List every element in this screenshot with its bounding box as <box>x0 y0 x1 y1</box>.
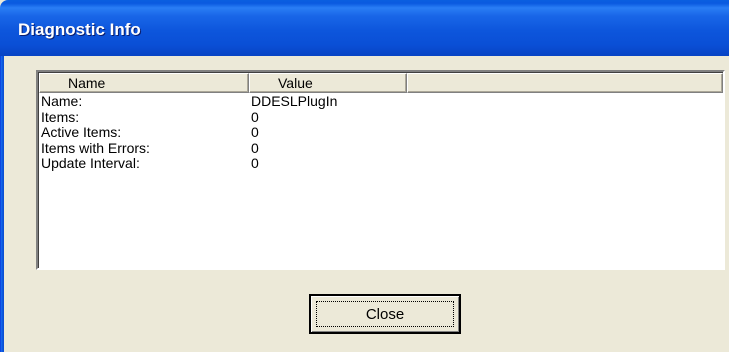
list-item[interactable]: Name: DDESLPlugIn <box>41 93 723 110</box>
item-value: 0 <box>251 139 259 156</box>
item-name: Update Interval: <box>41 155 140 171</box>
item-value: 0 <box>251 108 259 125</box>
item-name: Active Items: <box>41 124 122 140</box>
item-value: 0 <box>251 124 259 140</box>
list-item[interactable]: Items with Errors: 0 <box>41 139 723 157</box>
close-button[interactable]: Close <box>309 294 461 334</box>
diagnostic-info-dialog: Diagnostic Info Name Value Name: DDESLPl… <box>0 0 729 352</box>
close-button-label: Close <box>365 305 405 323</box>
item-value: DDESLPlugIn <box>251 93 338 109</box>
title-bar[interactable]: Diagnostic Info <box>0 0 729 56</box>
diagnostic-list[interactable]: Name Value Name: DDESLPlugIn Items: 0 Ac… <box>36 70 725 270</box>
list-item[interactable]: Active Items: 0 <box>41 124 723 141</box>
window-title: Diagnostic Info <box>18 20 141 39</box>
list-item[interactable]: Items: 0 <box>41 108 723 126</box>
list-header: Name Value <box>39 73 723 93</box>
dialog-client-area: Name Value Name: DDESLPlugIn Items: 0 Ac… <box>4 56 729 352</box>
item-value: 0 <box>251 155 259 171</box>
column-header-name[interactable]: Name <box>39 73 249 93</box>
column-header-value[interactable]: Value <box>249 73 407 93</box>
item-name: Name: <box>41 93 83 109</box>
list-rows: Name: DDESLPlugIn Items: 0 Active Items:… <box>41 93 723 172</box>
item-name: Items: <box>41 108 80 125</box>
item-name: Items with Errors: <box>41 139 150 156</box>
column-header-empty <box>407 73 723 93</box>
list-item[interactable]: Update Interval: 0 <box>41 155 723 172</box>
